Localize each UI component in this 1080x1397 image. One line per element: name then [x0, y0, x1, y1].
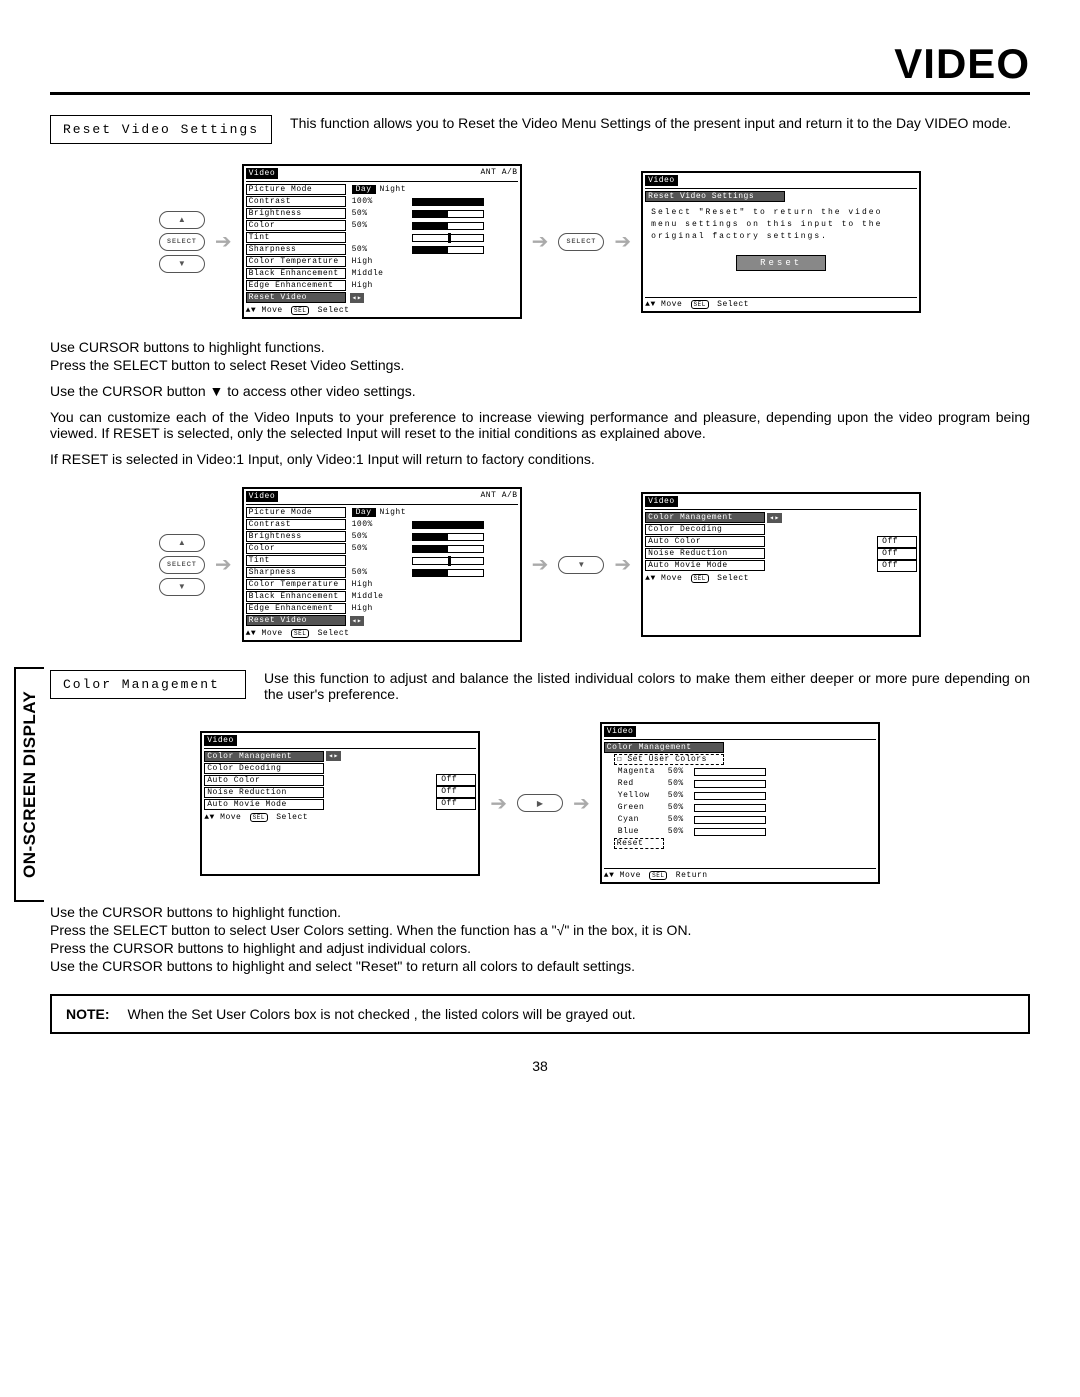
down-button[interactable]: ▼: [558, 556, 604, 574]
instruction-text: Press the SELECT button to select Reset …: [50, 357, 1030, 373]
reset-video-label: Reset Video Settings: [50, 115, 272, 144]
arrow-icon: ➔: [215, 229, 232, 254]
page-title: VIDEO: [50, 40, 1030, 95]
note-label: NOTE:: [66, 1006, 110, 1022]
note-text: When the Set User Colors box is not chec…: [127, 1006, 635, 1022]
osd-color-mgmt-menu: VideoColor Management◂▸Color DecodingAut…: [200, 731, 480, 876]
instruction-text: Press the CURSOR buttons to highlight an…: [50, 940, 1030, 956]
arrow-icon: ➔: [573, 791, 590, 816]
osd-video-menu: VideoANT A/BPicture ModeDayNightContrast…: [242, 164, 522, 319]
instruction-text: Use CURSOR buttons to highlight function…: [50, 339, 1030, 355]
remote-nav: ▲ SELECT ▼: [159, 534, 205, 596]
color-mgmt-label: Color Management: [50, 670, 246, 699]
color-mgmt-desc: Use this function to adjust and balance …: [264, 670, 1030, 702]
note-box: NOTE: When the Set User Colors box is no…: [50, 994, 1030, 1034]
arrow-icon: ➔: [490, 791, 507, 816]
diagram-reset-1: ▲ SELECT ▼ ➔ VideoANT A/BPicture ModeDay…: [50, 164, 1030, 319]
right-button[interactable]: ▶: [517, 794, 563, 812]
select-button[interactable]: SELECT: [558, 233, 604, 251]
color-mgmt-section: Color Management Use this function to ad…: [50, 670, 1030, 702]
diagram-reset-2: ▲ SELECT ▼ ➔ VideoANT A/BPicture ModeDay…: [50, 487, 1030, 642]
side-tab: ON-SCREEN DISPLAY: [14, 667, 44, 902]
remote-nav: ▲ SELECT ▼: [159, 211, 205, 273]
osd-color-mgmt-menu: VideoColor Management◂▸Color DecodingAut…: [641, 492, 921, 637]
up-button[interactable]: ▲: [159, 211, 205, 229]
arrow-icon: ➔: [215, 552, 232, 577]
page-number: 38: [50, 1058, 1030, 1074]
down-button[interactable]: ▼: [159, 255, 205, 273]
instruction-text: Use the CURSOR buttons to highlight func…: [50, 904, 1030, 920]
instruction-text: Press the SELECT button to select User C…: [50, 922, 1030, 938]
arrow-icon: ➔: [614, 552, 631, 577]
up-button[interactable]: ▲: [159, 534, 205, 552]
osd-reset-panel: VideoReset Video SettingsSelect "Reset" …: [641, 171, 921, 313]
instruction-text: Use the CURSOR buttons to highlight and …: [50, 958, 1030, 974]
arrow-icon: ➔: [532, 229, 549, 254]
arrow-icon: ➔: [532, 552, 549, 577]
reset-video-section: Reset Video Settings This function allow…: [50, 115, 1030, 144]
osd-user-colors: VideoColor Management☐ Set User ColorsMa…: [600, 722, 880, 884]
select-button[interactable]: SELECT: [159, 233, 205, 251]
reset-video-desc: This function allows you to Reset the Vi…: [290, 115, 1011, 131]
instruction-text: If RESET is selected in Video:1 Input, o…: [50, 451, 1030, 467]
select-button[interactable]: SELECT: [159, 556, 205, 574]
osd-video-menu: VideoANT A/BPicture ModeDayNightContrast…: [242, 487, 522, 642]
down-button[interactable]: ▼: [159, 578, 205, 596]
diagram-color-mgmt: VideoColor Management◂▸Color DecodingAut…: [50, 722, 1030, 884]
instruction-text: Use the CURSOR button ▼ to access other …: [50, 383, 1030, 399]
instruction-text: You can customize each of the Video Inpu…: [50, 409, 1030, 441]
arrow-icon: ➔: [614, 229, 631, 254]
